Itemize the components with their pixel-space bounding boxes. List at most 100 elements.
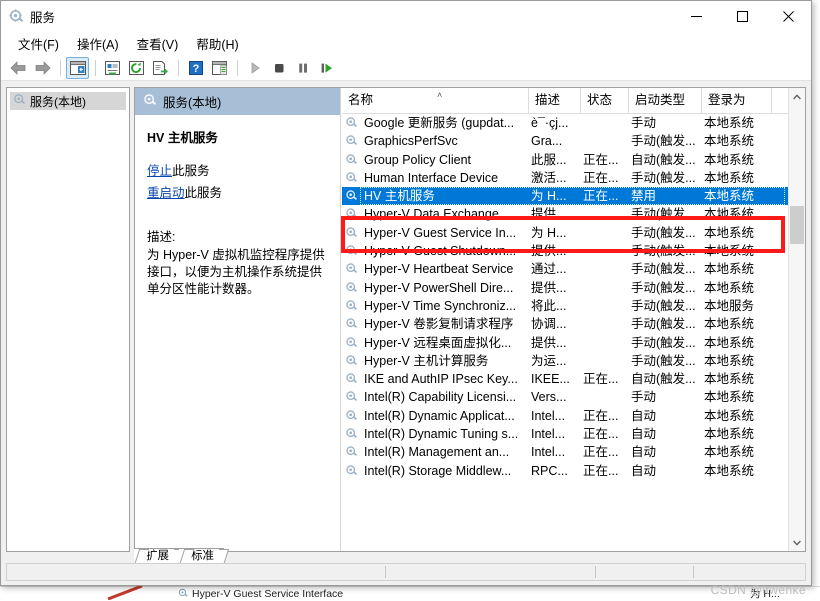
table-row[interactable]: Group Policy Client 此服... 正在... 自动(触发... 本地系… xyxy=(342,151,788,169)
table-row[interactable]: GraphicsPerfSvc Gra... 手动(触发... 本地系统 xyxy=(342,132,788,150)
back-arrow-icon[interactable] xyxy=(7,57,30,79)
tab-standard[interactable]: 标准 xyxy=(179,548,230,565)
column-header-name[interactable]: 名称 ˄ xyxy=(342,88,529,113)
cell-startup-type: 手动 xyxy=(631,390,657,405)
cell-logon-as: 本地系统 xyxy=(704,207,755,222)
table-row[interactable]: Human Interface Device 激活... 正在... 手动(触发...… xyxy=(342,169,788,187)
restart-service-icon[interactable] xyxy=(315,57,338,79)
status-bar xyxy=(6,563,806,581)
refresh-icon[interactable] xyxy=(125,57,148,79)
scrollbar-down-arrow-icon[interactable] xyxy=(789,534,805,551)
cell-startup-type: 手动(触发... xyxy=(631,134,696,149)
forward-arrow-icon[interactable] xyxy=(31,57,54,79)
table-row[interactable]: Hyper-V Data Exchange ... 提供... 手动(触发... 本地… xyxy=(342,205,788,223)
cell-status xyxy=(581,334,627,352)
cell-status: 正在... xyxy=(583,427,619,442)
cell-name: Hyper-V Guest Shutdown... xyxy=(364,244,517,259)
details-header-gear-icon xyxy=(143,93,157,110)
menu-view[interactable]: 查看(V) xyxy=(128,31,188,56)
cell-name: Hyper-V PowerShell Dire... xyxy=(364,280,514,295)
toolbar-separator-2 xyxy=(95,59,96,76)
stop-service-link[interactable]: 停止此服务 xyxy=(147,160,340,179)
cell-description: 提供... xyxy=(531,244,567,259)
tab-extended[interactable]: 扩展 xyxy=(134,548,185,565)
stop-service-icon[interactable] xyxy=(267,57,290,79)
table-row[interactable]: Hyper-V Guest Service In... 为 H... 手动(触发..… xyxy=(342,224,788,242)
cell-startup-type: 自动(触发... xyxy=(631,152,696,167)
table-row[interactable]: Hyper-V Guest Shutdown... 提供... 手动(触发... 本地… xyxy=(342,242,788,260)
show-action-pane-icon[interactable] xyxy=(208,57,231,79)
table-row[interactable]: Hyper-V 远程桌面虚拟化... 提供... 手动(触发... 本地系统 xyxy=(342,334,788,352)
cell-startup-type: 手动 xyxy=(631,116,657,130)
cell-description: 为运... xyxy=(531,353,567,368)
cell-description: Vers... xyxy=(531,390,567,405)
minimize-button[interactable] xyxy=(673,1,719,31)
cell-description: 将此... xyxy=(531,298,567,313)
cell-logon-as: 本地系统 xyxy=(704,408,755,423)
cell-logon-as: 本地系统 xyxy=(704,317,755,332)
cell-status: 正在... xyxy=(583,372,619,387)
table-row[interactable]: HV 主机服务 为 H... 正在... 禁用 本地系统 xyxy=(342,187,788,206)
table-row[interactable]: Hyper-V Time Synchroniz... 将此... 手动(触发... 本… xyxy=(342,297,788,315)
scrollbar-thumb[interactable] xyxy=(790,206,804,244)
cell-logon-as: 本地系统 xyxy=(704,262,755,277)
close-button[interactable] xyxy=(765,1,811,31)
table-row[interactable]: Hyper-V PowerShell Dire... 提供... 手动(触发... 本… xyxy=(342,279,788,297)
cell-name: Hyper-V Heartbeat Service xyxy=(364,262,514,277)
cell-startup-type: 手动(触发... xyxy=(631,170,696,185)
column-header-status[interactable]: 状态 xyxy=(581,88,629,113)
toolbar: ? xyxy=(1,55,811,81)
cell-name: Hyper-V 主机计算服务 xyxy=(364,353,489,368)
cell-startup-type: 自动 xyxy=(631,427,657,442)
cell-status xyxy=(581,260,627,278)
menu-help[interactable]: 帮助(H) xyxy=(187,31,247,56)
export-list-icon[interactable] xyxy=(149,57,172,79)
service-description-text: 为 Hyper-V 虚拟机监控程序提供接口，以便为主机操作系统提供单分区性能计数… xyxy=(147,248,325,296)
table-row[interactable]: Hyper-V Heartbeat Service 通过... 手动(触发... 本地… xyxy=(342,260,788,278)
scrollbar-up-arrow-icon[interactable] xyxy=(789,88,805,105)
cell-logon-as: 本地系统 xyxy=(704,225,755,240)
column-header-logon-as[interactable]: 登录为 xyxy=(702,88,772,113)
tab-standard-label: 标准 xyxy=(191,550,214,562)
column-header-startup-type[interactable]: 启动类型 xyxy=(629,88,702,113)
cell-logon-as: 本地系统 xyxy=(704,335,755,350)
maximize-button[interactable] xyxy=(719,1,765,31)
services-list-pane: 名称 ˄ 描述 状态 启动类型 登录为 Google 更新服务 (gupdat.… xyxy=(342,88,805,551)
sidebar-item-services-local[interactable]: 服务(本地) xyxy=(10,92,126,110)
properties-icon[interactable] xyxy=(101,57,124,79)
table-row[interactable]: Hyper-V 主机计算服务 为运... 手动(触发... 本地系统 xyxy=(342,352,788,370)
column-header-name-label: 名称 xyxy=(348,93,374,107)
cell-name: Intel(R) Management an... xyxy=(364,445,510,460)
cell-startup-type: 手动(触发... xyxy=(631,225,696,240)
cell-logon-as: 本地系统 xyxy=(704,152,755,167)
start-service-icon[interactable] xyxy=(243,57,266,79)
services-list-scrollbar[interactable] xyxy=(788,88,805,551)
menu-help-label: 帮助(H) xyxy=(196,37,239,52)
table-row[interactable]: Intel(R) Storage Middlew... RPC... 正在... 自动… xyxy=(342,462,788,480)
column-header-description[interactable]: 描述 xyxy=(529,88,581,113)
cell-description: è¯·çj... xyxy=(531,116,569,130)
cell-description: IKEE... xyxy=(531,372,570,387)
svg-text:?: ? xyxy=(192,63,199,75)
cell-name: Intel(R) Dynamic Applicat... xyxy=(364,408,515,423)
status-bar-divider-2 xyxy=(595,566,596,578)
services-rows-viewport[interactable]: Google 更新服务 (gupdat... è¯·çj... 手动 本地系统 Grap… xyxy=(342,114,788,551)
menu-action[interactable]: 操作(A) xyxy=(68,31,128,56)
table-row[interactable]: Intel(R) Dynamic Applicat... Intel... 正在..… xyxy=(342,407,788,425)
cell-logon-as: 本地系统 xyxy=(704,116,755,130)
console-tree-pane: 服务(本地) xyxy=(6,87,130,552)
menu-file[interactable]: 文件(F) xyxy=(9,31,68,56)
cell-startup-type: 手动(触发... xyxy=(631,207,696,222)
table-row[interactable]: Hyper-V 卷影复制请求程序 协调... 手动(触发... 本地系统 xyxy=(342,315,788,333)
table-row[interactable]: IKE and AuthIP IPsec Key... IKEE... 正在... 自… xyxy=(342,370,788,388)
table-row[interactable]: Intel(R) Dynamic Tuning s... Intel... 正在..… xyxy=(342,425,788,443)
table-row[interactable]: Intel(R) Management an... Intel... 正在... 自动… xyxy=(342,443,788,461)
help-icon[interactable]: ? xyxy=(184,57,207,79)
cell-name: Google 更新服务 (gupdat... xyxy=(364,116,515,130)
restart-service-link[interactable]: 重启动此服务 xyxy=(147,182,340,201)
table-row[interactable]: Intel(R) Capability Licensi... Vers... 手动 本… xyxy=(342,388,788,406)
pause-service-icon[interactable] xyxy=(291,57,314,79)
cell-description: 此服... xyxy=(531,152,567,167)
show-hide-tree-icon[interactable] xyxy=(66,56,89,79)
table-row[interactable]: Google 更新服务 (gupdat... è¯·çj... 手动 本地系统 xyxy=(342,114,788,132)
